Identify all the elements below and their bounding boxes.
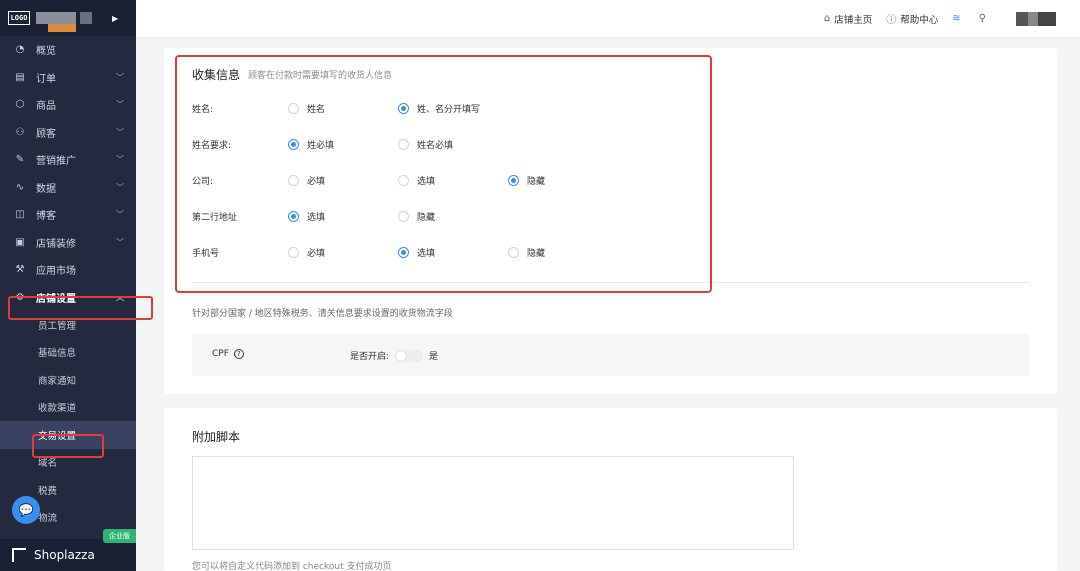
wifi-icon: ≋: [952, 13, 961, 24]
script-note: 您可以将自定义代码添加到 checkout 支付成功页: [192, 562, 392, 571]
dashboard-icon: ◔: [15, 44, 25, 56]
home-icon: ⌂: [823, 13, 831, 24]
shoplazza-logo-icon: [12, 548, 26, 562]
sidebar-item-label: 店铺装修: [36, 238, 76, 250]
script-title: 附加脚本: [192, 430, 241, 444]
edition-badge: 企业版: [103, 529, 136, 543]
sidebar-item-0[interactable]: ◔ 概览: [0, 36, 136, 64]
sidebar-item-label: 概览: [36, 46, 56, 58]
store-logo[interactable]: LOGO: [8, 11, 30, 25]
sidebar-item-label: 应用市场: [36, 266, 76, 278]
cpf-switch-value: 是: [429, 352, 439, 362]
chat-icon[interactable]: 💬: [12, 496, 40, 524]
sidebar-item-6[interactable]: ◫ 博客 ﹀: [0, 201, 136, 229]
sidebar-item-8[interactable]: ⚒ 应用市场: [0, 256, 136, 284]
help-icon[interactable]: ?: [233, 349, 244, 359]
bottom-brand: Shoplazza 企业版: [0, 529, 136, 571]
sidebar-item-label: 订单: [36, 73, 56, 85]
sidebar-nav: ◔ 概览 ▤ 订单 ﹀ ⬡ 商品 ﹀ ⚇ 顾客 ﹀ ✎ 营销推广 ﹀ ∿ 数据 ﹀ ◫ 博客 ﹀ ▣ 店铺装修 ﹀ ⚒ 应用市场…: [0, 36, 136, 311]
sidebar-item-7[interactable]: ▣ 店铺装修 ﹀: [0, 229, 136, 257]
script-card: 附加脚本 您可以将自定义代码添加到 checkout 支付成功页: [164, 408, 1057, 571]
cpf-switch-row: 是否开启: 是: [350, 349, 438, 362]
store-home-link[interactable]: ⌂ 店铺主页: [824, 12, 872, 26]
highlight-store-settings: [8, 296, 153, 320]
help-center-link[interactable]: ⓘ 帮助中心: [886, 11, 939, 27]
sidebar-item-2[interactable]: ⬡ 商品 ﹀: [0, 91, 136, 119]
chevron-down-icon: ﹀: [116, 237, 124, 247]
product-icon: ⬡: [15, 99, 25, 111]
logistics-note: 针对部分国家 / 地区特殊税务、清关信息要求设置的收货物流字段: [192, 309, 453, 319]
apps-icon: ⚒: [15, 264, 25, 276]
cpf-toggle[interactable]: [395, 349, 424, 362]
store-home-label: 店铺主页: [834, 14, 873, 26]
sidebar-item-label: 商品: [36, 101, 56, 113]
user-icon: ⚲: [978, 13, 986, 24]
chevron-down-icon: ﹀: [116, 127, 124, 137]
store-avatar-blurred: [80, 12, 92, 24]
caret-right-icon[interactable]: ▶: [112, 14, 118, 23]
sidebar-item-5[interactable]: ∿ 数据 ﹀: [0, 174, 136, 202]
chevron-down-icon: ﹀: [116, 155, 124, 165]
blog-icon: ◫: [15, 209, 25, 221]
highlight-collect-info: [175, 55, 712, 293]
brand-name: Shoplazza: [34, 548, 95, 562]
wifi-status[interactable]: ≋: [952, 13, 964, 24]
sidebar-subitem-2[interactable]: 商家通知: [0, 366, 136, 394]
order-icon: ▤: [15, 71, 25, 83]
sidebar-item-label: 博客: [36, 211, 56, 223]
user-name-blurred[interactable]: [1016, 11, 1056, 26]
customer-icon: ⚇: [15, 126, 25, 138]
chevron-down-icon: ﹀: [116, 72, 124, 82]
marketing-icon: ✎: [15, 154, 25, 166]
sidebar-item-3[interactable]: ⚇ 顾客 ﹀: [0, 119, 136, 147]
sidebar-item-label: 顾客: [36, 128, 56, 140]
cpf-switch-label: 是否开启:: [350, 352, 390, 362]
chevron-down-icon: ﹀: [116, 182, 124, 192]
sidebar-subitem-3[interactable]: 收款渠道: [0, 394, 136, 422]
brand-bar: LOGO ▶: [0, 0, 136, 36]
user-menu[interactable]: ⚲: [979, 13, 990, 24]
top-header: ⌂ 店铺主页 ⓘ 帮助中心 ≋ ⚲: [136, 0, 1080, 38]
highlight-trade-settings: [32, 434, 104, 458]
cpf-box: CPF ? 是否开启: 是: [192, 334, 1029, 376]
data-icon: ∿: [15, 181, 25, 193]
cpf-label: CPF ?: [212, 349, 244, 359]
sidebar: LOGO ▶ ◔ 概览 ▤ 订单 ﹀ ⬡ 商品 ﹀ ⚇ 顾客 ﹀ ✎ 营销推广 ﹀ ∿ 数据 ﹀ ◫ 博客 ﹀ ▣ 店铺装…: [0, 0, 136, 571]
sidebar-item-4[interactable]: ✎ 营销推广 ﹀: [0, 146, 136, 174]
sidebar-item-label: 营销推广: [36, 156, 76, 168]
chevron-down-icon: ﹀: [116, 210, 124, 220]
sidebar-item-1[interactable]: ▤ 订单 ﹀: [0, 64, 136, 92]
theme-icon: ▣: [15, 236, 25, 248]
sidebar-item-label: 数据: [36, 183, 56, 195]
question-icon: ⓘ: [886, 15, 897, 26]
chevron-down-icon: ﹀: [116, 100, 124, 110]
store-name-blurred: [36, 12, 76, 32]
cpf-text: CPF: [212, 349, 229, 359]
help-center-label: 帮助中心: [900, 14, 939, 26]
sidebar-subitem-1[interactable]: 基础信息: [0, 339, 136, 367]
script-textarea[interactable]: [192, 456, 794, 550]
